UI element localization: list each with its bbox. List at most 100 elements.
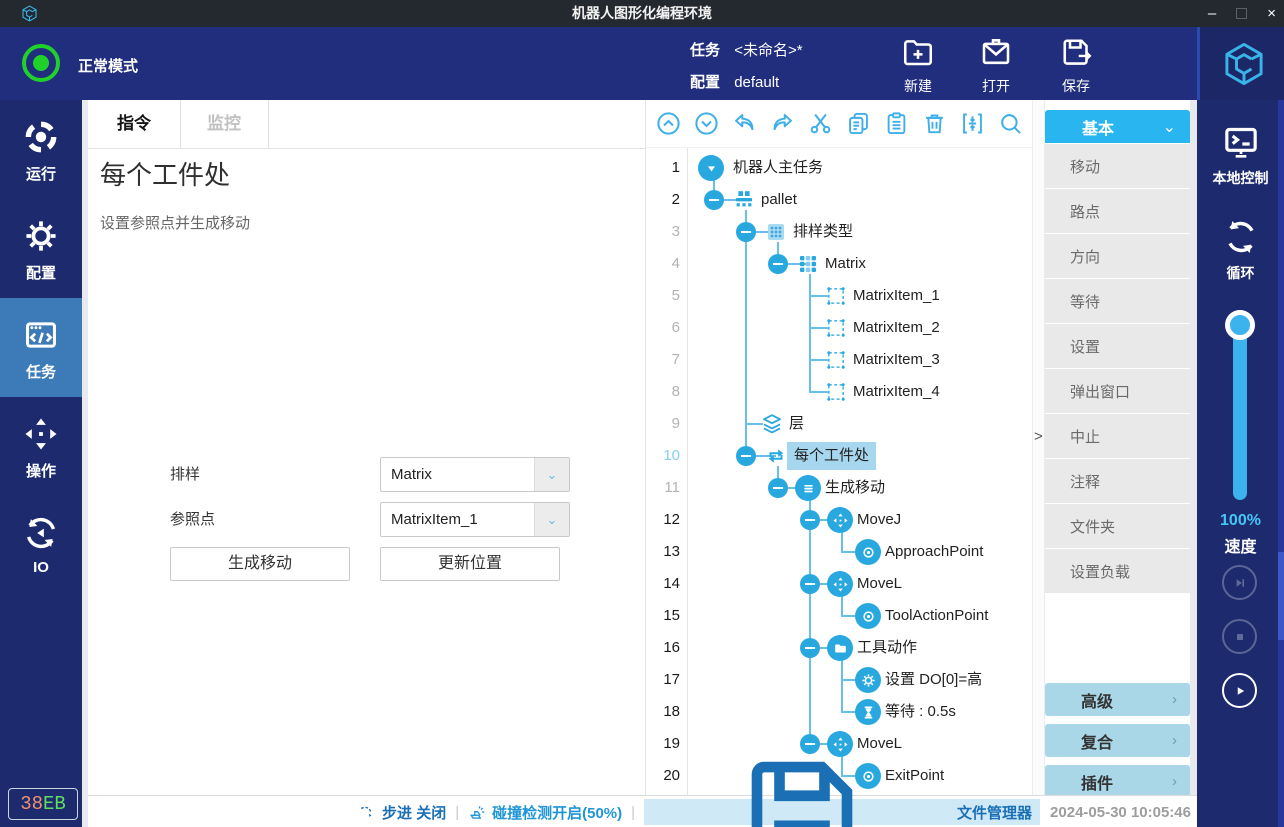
pallet-icon xyxy=(732,188,756,212)
new-task-icon xyxy=(900,34,936,70)
tree-row-label[interactable]: MatrixItem_3 xyxy=(853,344,940,376)
sidebar-item-config[interactable]: 配置 xyxy=(0,199,82,298)
delete-icon[interactable] xyxy=(921,110,948,137)
sidebar-item-operate[interactable]: 操作 xyxy=(0,397,82,496)
window-scrollbar[interactable] xyxy=(1278,100,1284,827)
move-up-icon[interactable] xyxy=(655,110,682,137)
collision-detect-status[interactable]: 碰撞检测开启(50%) xyxy=(468,802,622,823)
tree-row-label[interactable]: 等待 : 0.5s xyxy=(885,696,956,728)
tree-row-label[interactable]: 设置 DO[0]=高 xyxy=(885,664,982,696)
open-task-button[interactable]: 打开 xyxy=(963,34,1029,96)
tree-row-label[interactable]: ApproachPoint xyxy=(885,536,983,568)
cut-icon[interactable] xyxy=(807,110,834,137)
play-button[interactable] xyxy=(1222,673,1257,708)
root-expand-icon[interactable] xyxy=(698,155,724,181)
tree-row-label[interactable]: 生成移动 xyxy=(825,472,885,504)
update-position-button[interactable]: 更新位置 xyxy=(380,547,560,581)
speed-slider-thumb[interactable] xyxy=(1225,310,1255,340)
tree-row-label[interactable]: Matrix xyxy=(825,248,866,280)
new-task-button[interactable]: 新建 xyxy=(885,34,951,96)
tree-row-label[interactable]: MatrixItem_4 xyxy=(853,376,940,408)
file-manager-button[interactable]: 文件管理器 xyxy=(644,799,1040,825)
instruction-item-wait[interactable]: 等待 xyxy=(1045,279,1190,323)
category-advanced[interactable]: 高级› xyxy=(1045,683,1190,716)
tree-row-label[interactable]: 工具动作 xyxy=(857,632,917,664)
instruction-item-move[interactable]: 移动 xyxy=(1045,144,1190,188)
task-tree-panel: 1 2 3 4 5 6 7 8 9 10 11 12 13 14 15 16 1… xyxy=(645,100,1033,795)
sidebar-item-run[interactable]: 运行 xyxy=(0,100,82,199)
move-icon xyxy=(827,507,853,533)
tree-line-number: 16 xyxy=(646,632,680,664)
mode-status-indicator xyxy=(22,44,60,82)
paste-icon[interactable] xyxy=(883,110,910,137)
category-basic-header[interactable]: 基本 ⌄ xyxy=(1045,110,1190,143)
chevron-down-icon[interactable]: ⌄ xyxy=(534,503,569,536)
collapse-toggle[interactable] xyxy=(704,190,724,210)
separator: | xyxy=(631,804,635,821)
instruction-item-popup[interactable]: 弹出窗口 xyxy=(1045,369,1190,413)
tree-row-label[interactable]: ToolActionPoint xyxy=(885,600,988,632)
save-task-button[interactable]: 保存 xyxy=(1043,34,1109,96)
generate-move-button[interactable]: 生成移动 xyxy=(170,547,350,581)
instruction-item-payload[interactable]: 设置负载 xyxy=(1045,549,1190,593)
tree-line-number: 8 xyxy=(646,376,680,408)
move-down-icon[interactable] xyxy=(693,110,720,137)
tree-row-label[interactable]: 层 xyxy=(789,408,804,440)
expand-panel-icon[interactable]: > xyxy=(1034,428,1043,445)
collapse-toggle[interactable] xyxy=(800,510,820,530)
step-forward-button[interactable] xyxy=(1222,565,1257,600)
tree-row-label[interactable]: MoveL xyxy=(857,568,902,600)
step-mode-status[interactable]: 步进 关闭 xyxy=(358,802,446,823)
pattern-select[interactable]: Matrix ⌄ xyxy=(380,457,570,492)
sidebar-item-io[interactable]: IO xyxy=(0,496,82,595)
collapse-toggle[interactable] xyxy=(800,638,820,658)
status-code-badge: 38EB xyxy=(8,788,78,820)
layers-icon xyxy=(760,412,784,436)
tree-row-label[interactable]: 排样类型 xyxy=(793,216,853,248)
tab-monitor[interactable]: 监控 xyxy=(180,100,269,148)
undo-icon[interactable] xyxy=(731,110,758,137)
speed-value: 100% xyxy=(1197,512,1284,530)
collapse-icon[interactable] xyxy=(959,110,986,137)
step-mode-icon xyxy=(358,803,377,822)
pattern-field-label: 排样 xyxy=(170,457,200,492)
sidebar-item-task[interactable]: 任务 xyxy=(0,298,82,397)
collapse-toggle[interactable] xyxy=(736,446,756,466)
search-icon[interactable] xyxy=(997,110,1024,137)
instruction-item-abort[interactable]: 中止 xyxy=(1045,414,1190,458)
collapse-toggle[interactable] xyxy=(768,254,788,274)
tree-line-number: 7 xyxy=(646,344,680,376)
stop-button[interactable] xyxy=(1222,619,1257,654)
instruction-item-folder[interactable]: 文件夹 xyxy=(1045,504,1190,548)
maximize-button[interactable] xyxy=(1236,8,1247,19)
category-composite[interactable]: 复合› xyxy=(1045,724,1190,757)
category-plugin[interactable]: 插件› xyxy=(1045,765,1190,798)
tree-row-label[interactable]: MoveJ xyxy=(857,504,901,536)
config-name-line: 配置 default xyxy=(690,71,779,92)
separator: | xyxy=(455,804,459,821)
collapse-toggle[interactable] xyxy=(800,574,820,594)
close-button[interactable]: × xyxy=(1267,0,1276,27)
panel-splitter[interactable]: > xyxy=(1032,100,1045,795)
brand-cube-icon xyxy=(1219,39,1269,89)
tree-row-label[interactable]: MatrixItem_2 xyxy=(853,312,940,344)
chevron-down-icon[interactable]: ⌄ xyxy=(534,458,569,491)
instruction-item-direction[interactable]: 方向 xyxy=(1045,234,1190,278)
collapse-toggle[interactable] xyxy=(736,222,756,242)
tree-line-number: 1 xyxy=(646,152,680,184)
instruction-item-waypoint[interactable]: 路点 xyxy=(1045,189,1190,233)
cycle-button[interactable]: 循环 xyxy=(1197,217,1284,283)
redo-icon[interactable] xyxy=(769,110,796,137)
minimize-button[interactable]: – xyxy=(1208,0,1216,27)
tree-row-label[interactable]: pallet xyxy=(761,184,797,216)
tab-instruction[interactable]: 指令 xyxy=(88,100,181,148)
collapse-toggle[interactable] xyxy=(768,478,788,498)
reference-point-select[interactable]: MatrixItem_1 ⌄ xyxy=(380,502,570,537)
instruction-item-set[interactable]: 设置 xyxy=(1045,324,1190,368)
copy-icon[interactable] xyxy=(845,110,872,137)
tree-row-label-selected[interactable]: 每个工件处 xyxy=(787,442,876,470)
local-control-button[interactable]: 本地控制 xyxy=(1197,122,1284,188)
tree-row-label[interactable]: MatrixItem_1 xyxy=(853,280,940,312)
tree-row-label[interactable]: 机器人主任务 xyxy=(733,152,823,184)
instruction-item-comment[interactable]: 注释 xyxy=(1045,459,1190,503)
